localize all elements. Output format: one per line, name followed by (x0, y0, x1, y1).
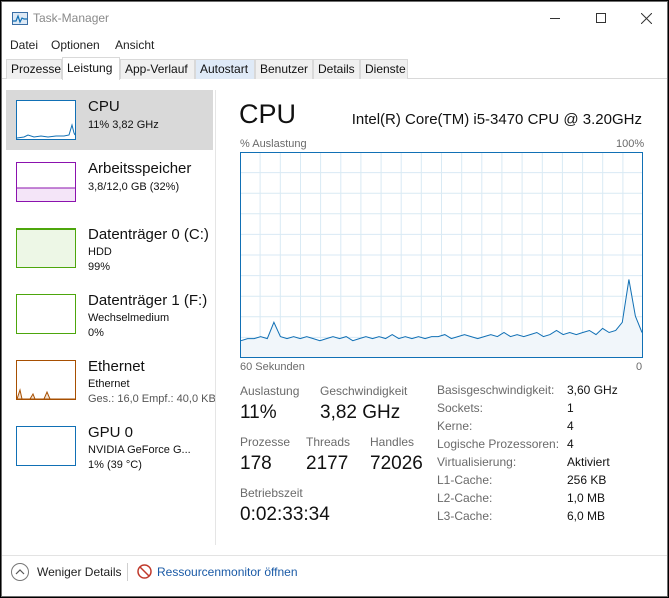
collapse-chevron-icon[interactable] (11, 563, 29, 581)
menu-ansicht[interactable]: Ansicht (115, 38, 154, 52)
speed-label: Geschwindigkeit (320, 384, 408, 398)
info-label-l1-cache: L1-Cache: (437, 473, 493, 487)
resource-name: GPU 0 (88, 424, 134, 441)
tab-leistung[interactable]: Leistung (62, 57, 120, 80)
title-bar[interactable]: Task-Manager (2, 2, 667, 34)
close-button[interactable] (623, 2, 667, 34)
info-value-virtualization: Aktiviert (567, 455, 610, 469)
info-label-logical-processors: Logische Prozessoren: (437, 437, 560, 451)
speed-value: 3,82 GHz (320, 402, 401, 423)
tab-prozesse[interactable]: Prozesse (6, 59, 62, 79)
utilization-value: 11% (240, 402, 277, 423)
menu-datei[interactable]: Datei (10, 38, 38, 52)
resource-item-cpu[interactable]: CPU 11% 3,82 GHz (6, 90, 213, 150)
uptime-label: Betriebszeit (240, 486, 303, 500)
minimize-button[interactable] (532, 2, 578, 34)
menu-optionen[interactable]: Optionen (51, 38, 100, 52)
processes-label: Prozesse (240, 435, 291, 449)
resource-item-gpu[interactable]: GPU 0 NVIDIA GeForce G... 1% (39 °C) (6, 416, 213, 476)
resource-name: Arbeitsspeicher (88, 160, 192, 177)
handles-value: 72026 (370, 453, 423, 474)
resource-item-disk-1[interactable]: Datenträger 1 (F:) Wechselmedium 0% (6, 284, 213, 344)
graph-x-label: 60 Sekunden (240, 361, 305, 373)
graph-x-end: 0 (636, 361, 643, 373)
info-value-l2-cache: 1,0 MB (567, 491, 606, 505)
cpu-usage-graph (240, 152, 643, 358)
tab-details[interactable]: Details (313, 59, 360, 79)
pane-divider[interactable] (215, 90, 216, 545)
resource-list: CPU 11% 3,82 GHz Arbeitsspeicher 3,8/12,… (6, 90, 216, 545)
resource-detail: Wechselmedium (88, 312, 170, 324)
resource-name: CPU (88, 98, 120, 115)
footer-separator (127, 563, 128, 581)
page-title: CPU (239, 99, 297, 129)
tab-autostart[interactable]: Autostart (195, 59, 255, 79)
handles-label: Handles (370, 435, 415, 449)
resource-name: Ethernet (88, 358, 145, 375)
info-value-base-speed: 3,60 GHz (567, 383, 618, 397)
resource-name: Datenträger 1 (F:) (88, 292, 208, 309)
cpu-model-name: Intel(R) Core(TM) i5-3470 CPU @ 3.20GHz (351, 111, 642, 128)
fewer-details-button[interactable]: Weniger Details (37, 565, 121, 579)
task-manager-icon (12, 12, 28, 25)
info-label-sockets: Sockets: (437, 401, 484, 415)
resource-monitor-link[interactable]: Ressourcenmonitor öffnen (157, 565, 298, 579)
info-label-l3-cache: L3-Cache: (437, 509, 493, 523)
resource-detail-2: 99% (88, 261, 111, 273)
info-label-cores: Kerne: (437, 419, 473, 433)
tab-dienste[interactable]: Dienste (360, 59, 408, 79)
resource-detail: 11% 3,82 GHz (88, 119, 159, 131)
gpu-thumbnail-graph (16, 426, 76, 466)
window-title: Task-Manager (33, 11, 110, 25)
resource-detail: HDD (88, 246, 112, 258)
footer-bar: Weniger Details Ressourcenmonitor öffnen (2, 555, 667, 596)
tab-benutzer[interactable]: Benutzer (255, 59, 313, 79)
resource-item-disk-0[interactable]: Datenträger 0 (C:) HDD 99% (6, 218, 213, 278)
disk-0-thumbnail-graph (16, 228, 76, 268)
threads-label: Threads (306, 435, 351, 449)
task-manager-window: Task-Manager Datei Optionen Ansicht Proz… (1, 1, 668, 597)
resource-detail-2: 0% (88, 327, 104, 339)
tab-strip: Prozesse Leistung App-Verlauf Autostart … (2, 57, 667, 80)
info-label-base-speed: Basisgeschwindigkeit: (437, 383, 555, 397)
disk-1-thumbnail-graph (16, 294, 76, 334)
uptime-value: 0:02:33:34 (240, 504, 330, 525)
menu-bar: Datei Optionen Ansicht (2, 35, 667, 55)
info-value-l3-cache: 6,0 MB (567, 509, 606, 523)
info-value-sockets: 1 (567, 401, 574, 415)
minimize-icon (550, 17, 560, 19)
maximize-icon (596, 13, 606, 23)
tab-app-verlauf[interactable]: App-Verlauf (120, 59, 195, 79)
info-value-cores: 4 (567, 419, 574, 433)
resource-detail-2: 1% (39 °C) (88, 459, 142, 471)
processes-value: 178 (240, 453, 272, 474)
resource-item-memory[interactable]: Arbeitsspeicher 3,8/12,0 GB (32%) (6, 152, 213, 212)
graph-y-max: 100% (616, 138, 645, 150)
resource-detail: Ethernet (88, 378, 130, 390)
close-icon (640, 12, 652, 24)
resource-detail-2: Ges.: 16,0 Empf.: 40,0 KB (88, 393, 216, 405)
utilization-label: Auslastung (240, 384, 300, 398)
memory-thumbnail-graph (16, 162, 76, 202)
maximize-button[interactable] (578, 2, 624, 34)
graph-y-label: % Auslastung (240, 138, 307, 150)
info-value-logical-processors: 4 (567, 437, 574, 451)
resource-detail: 3,8/12,0 GB (32%) (88, 181, 180, 193)
resource-name: Datenträger 0 (C:) (88, 226, 209, 243)
info-value-l1-cache: 256 KB (567, 473, 607, 487)
resource-detail: NVIDIA GeForce G... (88, 444, 191, 456)
cpu-thumbnail-graph (16, 100, 76, 140)
resource-item-ethernet[interactable]: Ethernet Ethernet Ges.: 16,0 Empf.: 40,0… (6, 350, 216, 410)
ethernet-thumbnail-graph (16, 360, 76, 400)
threads-value: 2177 (306, 453, 349, 474)
info-label-virtualization: Virtualisierung: (437, 455, 517, 469)
resource-monitor-icon (137, 564, 152, 579)
info-label-l2-cache: L2-Cache: (437, 491, 493, 505)
